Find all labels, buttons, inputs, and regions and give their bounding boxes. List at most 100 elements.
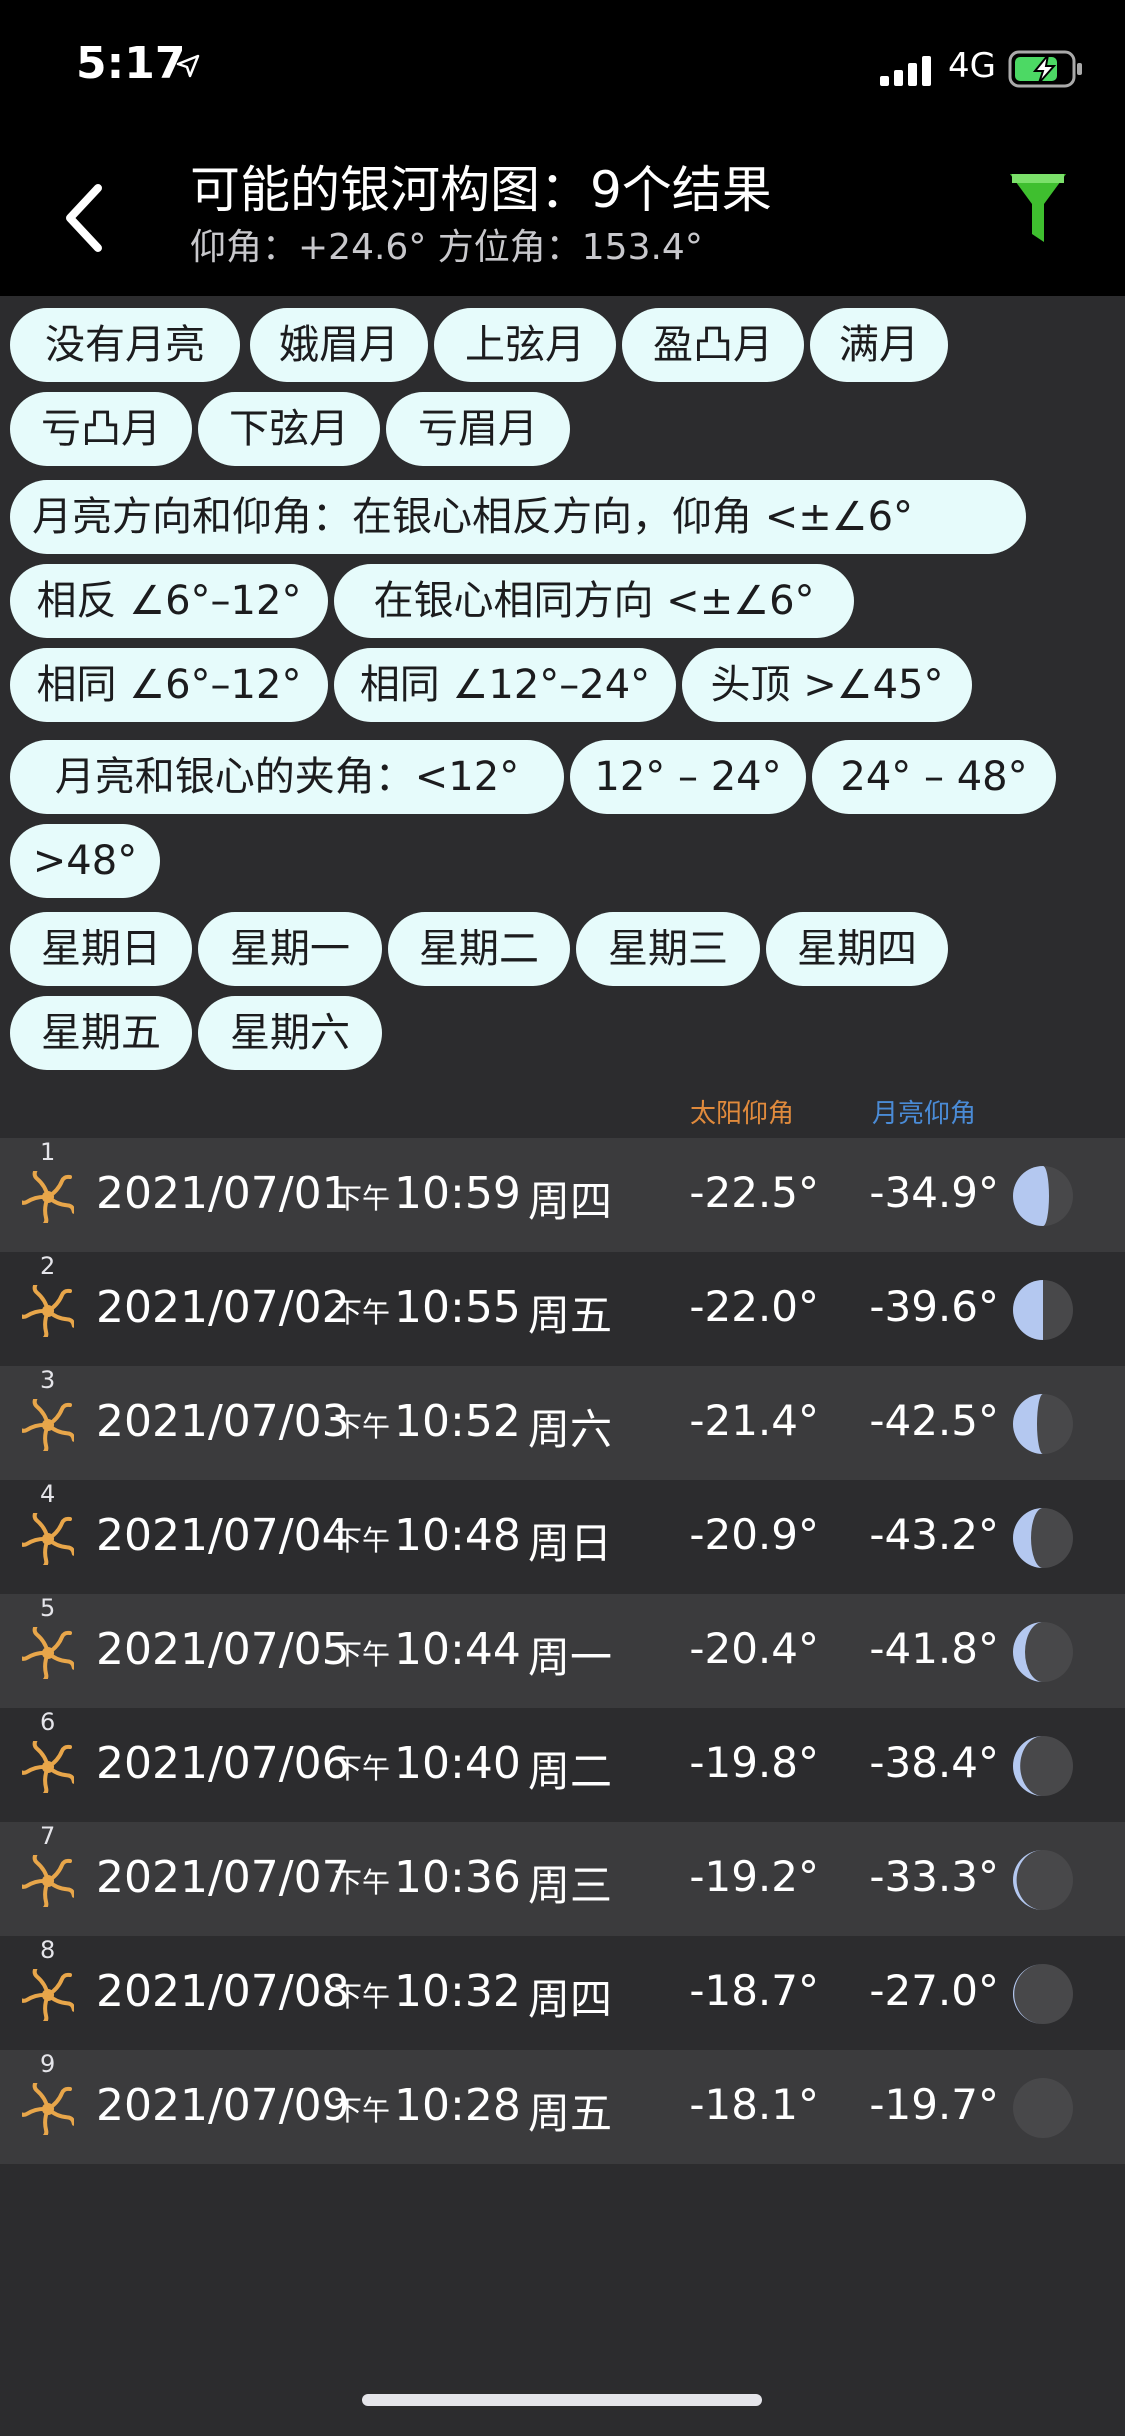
row-date: 2021/07/05 bbox=[96, 1624, 350, 1675]
row-sun-altitude: -21.4° bbox=[689, 1396, 819, 1445]
galaxy-icon bbox=[22, 1741, 74, 1793]
row-moon-altitude: -43.2° bbox=[869, 1510, 999, 1559]
chip-phase-waxing-gibbous[interactable]: 盈凸月 bbox=[622, 308, 804, 382]
row-clock: 10:44 bbox=[394, 1624, 521, 1675]
chip-direction-opposite-mid[interactable]: 相反 ∠6°–12° bbox=[10, 564, 328, 638]
row-index: 9 bbox=[40, 2050, 56, 2078]
row-ampm: 下午 bbox=[334, 2094, 391, 2127]
chip-weekday-sun[interactable]: 星期日 bbox=[10, 912, 192, 986]
row-weekday: 周五 bbox=[528, 1291, 613, 1340]
chip-angle-over-48[interactable]: >48° bbox=[10, 824, 160, 898]
row-time: 下午10:32 bbox=[334, 1966, 521, 2017]
chip-weekday-thu[interactable]: 星期四 bbox=[766, 912, 948, 986]
moon-phase-icon bbox=[1013, 1394, 1073, 1454]
moon-phase-icon bbox=[1013, 1166, 1073, 1226]
results-list: 1 2021/07/01 下午10:59 周四 -22.5° -34.9° 2 2021/07… bbox=[0, 1138, 1125, 2164]
chip-angle-12-24[interactable]: 12° – 24° bbox=[570, 740, 806, 814]
result-row[interactable]: 5 2021/07/05 下午10:44 周一 -20.4° -41.8° bbox=[0, 1594, 1125, 1708]
chip-phase-none[interactable]: 没有月亮 bbox=[10, 308, 240, 382]
chip-angle-24-48[interactable]: 24° – 48° bbox=[812, 740, 1056, 814]
row-ampm: 下午 bbox=[334, 1182, 391, 1215]
row-weekday: 周日 bbox=[528, 1519, 613, 1568]
row-time: 下午10:48 bbox=[334, 1510, 521, 1561]
row-time: 下午10:52 bbox=[334, 1396, 521, 1447]
result-row[interactable]: 7 2021/07/07 下午10:36 周三 -19.2° -33.3° bbox=[0, 1822, 1125, 1936]
result-row[interactable]: 9 2021/07/09 下午10:28 周五 -18.1° -19.7° bbox=[0, 2050, 1125, 2164]
galaxy-icon bbox=[22, 1513, 74, 1565]
chip-phase-waning-crescent[interactable]: 亏眉月 bbox=[386, 392, 570, 466]
row-ampm: 下午 bbox=[334, 1524, 391, 1557]
row-date: 2021/07/07 bbox=[96, 1852, 350, 1903]
row-ampm: 下午 bbox=[334, 1296, 391, 1329]
row-sun-altitude: -22.5° bbox=[689, 1168, 819, 1217]
chip-direction-opposite-low[interactable]: 月亮方向和仰角：在银心相反方向，仰角 <±∠6° bbox=[10, 480, 1026, 554]
row-date: 2021/07/01 bbox=[96, 1168, 350, 1219]
signal-icon bbox=[880, 56, 931, 86]
row-ampm: 下午 bbox=[334, 1638, 391, 1671]
chip-angle-under-12[interactable]: 月亮和银心的夹角：<12° bbox=[10, 740, 564, 814]
row-index: 8 bbox=[40, 1936, 56, 1964]
row-sun-altitude: -19.8° bbox=[689, 1738, 819, 1787]
chip-weekday-fri[interactable]: 星期五 bbox=[10, 996, 192, 1070]
row-clock: 10:40 bbox=[394, 1738, 521, 1789]
result-row[interactable]: 2 2021/07/02 下午10:55 周五 -22.0° -39.6° bbox=[0, 1252, 1125, 1366]
sun-altitude-header: 太阳仰角 bbox=[690, 1099, 795, 1129]
chip-direction-same-high[interactable]: 相同 ∠12°–24° bbox=[334, 648, 676, 722]
row-date: 2021/07/09 bbox=[96, 2080, 350, 2131]
chip-direction-same-low[interactable]: 在银心相同方向 <±∠6° bbox=[334, 564, 854, 638]
row-ampm: 下午 bbox=[334, 1752, 391, 1785]
chip-weekday-wed[interactable]: 星期三 bbox=[576, 912, 760, 986]
chip-phase-waning-gibbous[interactable]: 亏凸月 bbox=[10, 392, 192, 466]
moon-phase-icon bbox=[1013, 1964, 1073, 2024]
row-time: 下午10:59 bbox=[334, 1168, 521, 1219]
row-sun-altitude: -18.1° bbox=[689, 2080, 819, 2129]
row-sun-altitude: -20.4° bbox=[689, 1624, 819, 1673]
chip-direction-overhead[interactable]: 头顶 >∠45° bbox=[682, 648, 972, 722]
galaxy-icon bbox=[22, 1171, 74, 1223]
back-chevron-icon[interactable] bbox=[58, 180, 118, 256]
chip-weekday-tue[interactable]: 星期二 bbox=[388, 912, 570, 986]
result-row[interactable]: 3 2021/07/03 下午10:52 周六 -21.4° -42.5° bbox=[0, 1366, 1125, 1480]
row-moon-altitude: -38.4° bbox=[869, 1738, 999, 1787]
status-bar: 5:17 4G bbox=[0, 0, 1125, 140]
chip-direction-same-mid[interactable]: 相同 ∠6°–12° bbox=[10, 648, 328, 722]
row-time: 下午10:44 bbox=[334, 1624, 521, 1675]
chip-phase-first-quarter[interactable]: 上弦月 bbox=[434, 308, 616, 382]
row-clock: 10:48 bbox=[394, 1510, 521, 1561]
result-row[interactable]: 1 2021/07/01 下午10:59 周四 -22.5° -34.9° bbox=[0, 1138, 1125, 1252]
result-row[interactable]: 8 2021/07/08 下午10:32 周四 -18.7° -27.0° bbox=[0, 1936, 1125, 2050]
chip-phase-waxing-crescent[interactable]: 娥眉月 bbox=[250, 308, 428, 382]
galaxy-icon bbox=[22, 1285, 74, 1337]
row-time: 下午10:55 bbox=[334, 1282, 521, 1333]
row-time: 下午10:36 bbox=[334, 1852, 521, 1903]
row-sun-altitude: -19.2° bbox=[689, 1852, 819, 1901]
row-clock: 10:52 bbox=[394, 1396, 521, 1447]
row-sun-altitude: -20.9° bbox=[689, 1510, 819, 1559]
row-clock: 10:55 bbox=[394, 1282, 521, 1333]
row-sun-altitude: -22.0° bbox=[689, 1282, 819, 1331]
row-index: 5 bbox=[40, 1594, 56, 1622]
filter-icon[interactable] bbox=[1008, 170, 1068, 246]
filter-chip-area: 没有月亮 娥眉月 上弦月 盈凸月 满月 亏凸月 下弦月 亏眉月 月亮方向和仰角：… bbox=[0, 296, 1125, 1096]
network-label: 4G bbox=[948, 46, 996, 86]
chip-phase-last-quarter[interactable]: 下弦月 bbox=[198, 392, 380, 466]
page-title: 可能的银河构图：9个结果 bbox=[190, 161, 772, 219]
result-row[interactable]: 4 2021/07/04 下午10:48 周日 -20.9° -43.2° bbox=[0, 1480, 1125, 1594]
row-date: 2021/07/08 bbox=[96, 1966, 350, 2017]
chip-phase-full[interactable]: 满月 bbox=[810, 308, 948, 382]
page-subtitle: 仰角：+24.6° 方位角：153.4° bbox=[190, 227, 703, 268]
row-weekday: 周六 bbox=[528, 1405, 613, 1454]
row-index: 3 bbox=[40, 1366, 56, 1394]
moon-phase-icon bbox=[1013, 1508, 1073, 1568]
home-indicator bbox=[362, 2394, 762, 2406]
moon-phase-icon bbox=[1013, 1850, 1073, 1910]
row-date: 2021/07/06 bbox=[96, 1738, 350, 1789]
row-ampm: 下午 bbox=[334, 1410, 391, 1443]
chip-weekday-sat[interactable]: 星期六 bbox=[198, 996, 382, 1070]
result-row[interactable]: 6 2021/07/06 下午10:40 周二 -19.8° -38.4° bbox=[0, 1708, 1125, 1822]
row-moon-altitude: -39.6° bbox=[869, 1282, 999, 1331]
row-ampm: 下午 bbox=[334, 1980, 391, 2013]
row-clock: 10:32 bbox=[394, 1966, 521, 2017]
chip-weekday-mon[interactable]: 星期一 bbox=[198, 912, 382, 986]
row-moon-altitude: -34.9° bbox=[869, 1168, 999, 1217]
